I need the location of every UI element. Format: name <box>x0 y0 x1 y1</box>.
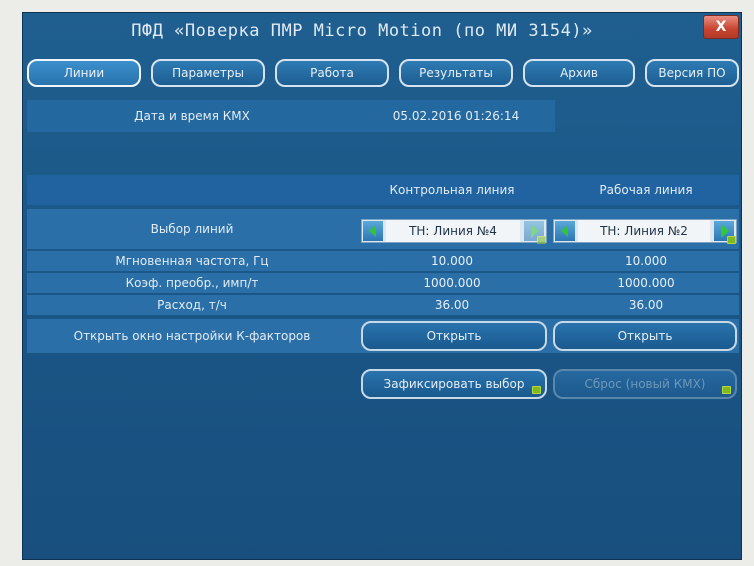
control-line-value: ТН: Линия №4 <box>386 220 520 242</box>
lock-icon <box>722 386 731 394</box>
control-line-selector: ТН: Линия №4 <box>361 219 547 244</box>
lock-icon <box>537 236 546 244</box>
lock-icon <box>532 386 541 394</box>
frequency-row: Мгновенная частота, Гц 10.000 10.000 <box>27 251 739 271</box>
working-line-selector: ТН: Линия №2 <box>553 219 737 244</box>
tab-lines[interactable]: Линии <box>27 59 141 87</box>
arrow-left-icon <box>369 225 376 237</box>
tab-results[interactable]: Результаты <box>399 59 513 87</box>
open-working-kfactor-button[interactable]: Открыть <box>553 321 737 351</box>
control-line-next-button[interactable] <box>524 221 546 244</box>
coef-row: Коэф. преобр., имп/т 1000.000 1000.000 <box>27 273 739 293</box>
control-line-header: Контрольная линия <box>389 183 515 197</box>
tab-parameters[interactable]: Параметры <box>151 59 265 87</box>
fix-selection-label: Зафиксировать выбор <box>383 377 525 391</box>
tab-software-version[interactable]: Версия ПО <box>645 59 739 87</box>
frequency-control-value: 10.000 <box>431 254 473 268</box>
close-button[interactable]: X <box>703 15 739 39</box>
main-window: ПФД «Поверка ПМР Micro Motion (по МИ 315… <box>22 12 742 560</box>
flow-control-value: 36.00 <box>434 298 470 312</box>
window-title: ПФД «Поверка ПМР Micro Motion (по МИ 315… <box>131 21 593 41</box>
flow-row: Расход, т/ч 36.00 36.00 <box>27 295 739 315</box>
tab-bar: Линии Параметры Работа Результаты Архив … <box>23 59 741 89</box>
coef-control-value: 1000.000 <box>423 276 481 290</box>
line-select-label: Выбор линий <box>150 222 234 236</box>
reset-new-kmh-button: Сброс (новый КМХ) <box>553 369 737 399</box>
kmh-datetime-value: 05.02.2016 01:26:14 <box>392 109 520 123</box>
coef-label: Коэф. преобр., имп/т <box>125 276 259 290</box>
control-line-prev-button[interactable] <box>363 221 383 241</box>
working-line-prev-button[interactable] <box>555 221 575 241</box>
working-line-value: ТН: Линия №2 <box>578 220 710 242</box>
title-bar: ПФД «Поверка ПМР Micro Motion (по МИ 315… <box>23 13 741 57</box>
tab-archive[interactable]: Архив <box>523 59 635 87</box>
kmh-datetime-label: Дата и время КМХ <box>134 109 250 123</box>
kfactor-label: Открыть окно настройки К-факторов <box>73 329 311 343</box>
working-line-header: Рабочая линия <box>599 183 693 197</box>
flow-working-value: 36.00 <box>628 298 664 312</box>
lock-icon <box>727 236 736 244</box>
reset-new-kmh-label: Сброс (новый КМХ) <box>584 377 706 391</box>
tab-work[interactable]: Работа <box>275 59 389 87</box>
coef-working-value: 1000.000 <box>617 276 675 290</box>
kmh-datetime-row: Дата и время КМХ 05.02.2016 01:26:14 <box>27 100 555 132</box>
flow-label: Расход, т/ч <box>157 298 227 312</box>
open-control-kfactor-button[interactable]: Открыть <box>361 321 547 351</box>
arrow-left-icon <box>561 225 568 237</box>
frequency-label: Мгновенная частота, Гц <box>115 254 269 268</box>
fix-selection-button[interactable]: Зафиксировать выбор <box>361 369 547 399</box>
working-line-next-button[interactable] <box>714 221 736 244</box>
frequency-working-value: 10.000 <box>625 254 667 268</box>
